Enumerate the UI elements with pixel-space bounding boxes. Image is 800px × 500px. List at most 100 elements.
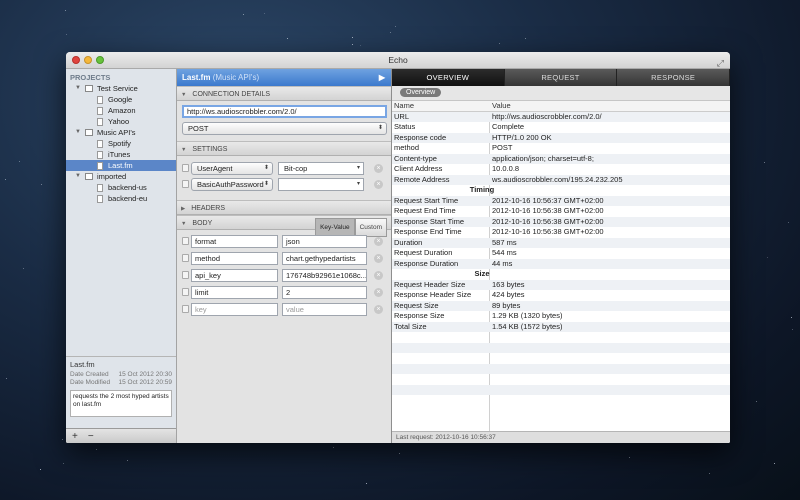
tree-request-item[interactable]: Amazon (66, 105, 176, 116)
body-value-input[interactable]: chart.gethypedartists (282, 252, 367, 265)
table-row[interactable]: Status Complete (392, 122, 730, 133)
overview-pill[interactable]: Overview (400, 88, 442, 97)
url-input[interactable]: http://ws.audioscrobbler.com/2.0/ (182, 105, 387, 118)
table-row[interactable]: Response Header Size 424 bytes (392, 290, 730, 301)
table-row[interactable]: Request Size 89 bytes (392, 300, 730, 311)
row-name: Response Size (394, 311, 445, 320)
disclosure-down-icon[interactable]: ▼ (74, 171, 82, 182)
tree-item-label: Test Service (97, 84, 138, 93)
star (499, 43, 500, 44)
settings-header[interactable]: ▼ SETTINGS (177, 141, 391, 156)
table-row[interactable]: method POST (392, 143, 730, 154)
remove-param-button[interactable]: × (374, 271, 383, 280)
zoom-window-button[interactable] (96, 56, 104, 64)
projects-heading: PROJECTS (70, 73, 111, 82)
body-value-input[interactable]: value (282, 303, 367, 316)
tree-project-item[interactable]: ▼ Test Service (66, 83, 176, 94)
tree-request-item[interactable]: Last.fm (66, 160, 176, 171)
tree-request-item[interactable]: backend-eu (66, 193, 176, 204)
minimize-window-button[interactable] (84, 56, 92, 64)
star (792, 329, 793, 330)
empty-row (392, 374, 730, 385)
setting-name-select[interactable]: BasicAuthPassword ⬍ (191, 178, 273, 191)
table-row[interactable]: Request Duration 544 ms (392, 248, 730, 259)
table-row[interactable]: URL http://ws.audioscrobbler.com/2.0/ (392, 111, 730, 122)
body-key-input[interactable]: key (191, 303, 278, 316)
tree-project-item[interactable]: ▼ imported (66, 171, 176, 182)
table-row[interactable]: Request End Time 2012-10-16 10:56:38 GMT+… (392, 206, 730, 217)
enable-checkbox[interactable] (182, 271, 189, 279)
remove-project-button[interactable]: − (88, 431, 94, 442)
setting-name: BasicAuthPassword (197, 180, 264, 189)
enable-checkbox[interactable] (182, 305, 189, 313)
table-row[interactable]: Response Size 1.29 KB (1320 bytes) (392, 311, 730, 322)
table-row[interactable]: Response code HTTP/1.0 200 OK (392, 132, 730, 143)
remove-param-button[interactable]: × (374, 254, 383, 263)
tree-request-item[interactable]: Spotify (66, 138, 176, 149)
table-row[interactable]: Response End Time 2012-10-16 10:56:38 GMT… (392, 227, 730, 238)
tree-request-item[interactable]: Google (66, 94, 176, 105)
table-row[interactable]: Content-type application/json; charset=ut… (392, 153, 730, 164)
body-value-input[interactable]: json (282, 235, 367, 248)
body-key-input[interactable]: api_key (191, 269, 278, 282)
body-value-input[interactable]: 2 (282, 286, 367, 299)
close-window-button[interactable] (72, 56, 80, 64)
tree-item-label: Amazon (108, 106, 136, 115)
column-header-name[interactable]: Name (394, 101, 414, 112)
remove-setting-button[interactable]: × (374, 164, 383, 173)
star (352, 44, 353, 45)
enable-checkbox[interactable] (182, 180, 189, 188)
enable-checkbox[interactable] (182, 237, 189, 245)
table-row[interactable]: Request Header Size 163 bytes (392, 279, 730, 290)
tab-request[interactable]: REQUEST (504, 69, 618, 86)
add-project-button[interactable]: + (72, 431, 78, 442)
notes-field[interactable]: requests the 2 most hyped artists on las… (70, 390, 172, 417)
enable-checkbox[interactable] (182, 288, 189, 296)
tree-item-label: imported (97, 172, 127, 181)
setting-value-combo[interactable]: ▾ (278, 178, 364, 191)
headers-header[interactable]: ▶ HEADERS (177, 200, 391, 215)
disclosure-down-icon[interactable]: ▼ (74, 127, 82, 138)
tree-request-item[interactable]: Yahoo (66, 116, 176, 127)
tree-project-item[interactable]: ▼ Music API's (66, 127, 176, 138)
enable-checkbox[interactable] (182, 164, 189, 172)
remove-param-button[interactable]: × (374, 237, 383, 246)
star (96, 449, 97, 450)
connection-details-header[interactable]: ▼ CONNECTION DETAILS (177, 86, 391, 101)
tab-response[interactable]: RESPONSE (617, 69, 730, 86)
body-header[interactable]: ▼ BODY Key-Value Custom (177, 215, 391, 237)
column-header-value[interactable]: Value (492, 101, 511, 112)
chevron-down-icon: ▾ (356, 165, 360, 171)
remove-param-button[interactable]: × (374, 288, 383, 297)
star (62, 439, 63, 440)
table-row[interactable]: Client Address 10.0.0.8 (392, 164, 730, 175)
setting-name-select[interactable]: UserAgent ⬍ (191, 162, 273, 175)
tab-overview[interactable]: OVERVIEW (392, 69, 505, 86)
row-value: 89 bytes (492, 300, 521, 310)
request-header[interactable]: Last.fm (Music API's) ▶ (177, 69, 391, 86)
enable-checkbox[interactable] (182, 254, 189, 262)
remove-param-button[interactable]: × (374, 305, 383, 314)
body-value-input[interactable]: 176748b92961e1068c... (282, 269, 367, 282)
table-row[interactable]: Duration 587 ms (392, 237, 730, 248)
tree-request-item[interactable]: iTunes (66, 149, 176, 160)
body-key-input[interactable]: format (191, 235, 278, 248)
date-created-row: Date Created 15 Oct 2012 20:30 (70, 371, 172, 379)
method-select[interactable]: POST ⬍ (182, 122, 387, 135)
table-row[interactable]: Remote Address ws.audioscrobbler.com/195.… (392, 174, 730, 185)
star (756, 401, 757, 402)
table-row[interactable]: Response Duration 44 ms (392, 258, 730, 269)
table-row[interactable]: Total Size 1.54 KB (1572 bytes) (392, 321, 730, 332)
disclosure-right-icon: ▶ (181, 206, 186, 212)
remove-setting-button[interactable]: × (374, 180, 383, 189)
body-key-input[interactable]: limit (191, 286, 278, 299)
row-name: Content-type (394, 153, 437, 163)
table-row[interactable]: Request Start Time 2012-10-16 10:56:37 GM… (392, 195, 730, 206)
setting-value-combo[interactable]: Bit-cop ▾ (278, 162, 364, 175)
table-row[interactable]: Response Start Time 2012-10-16 10:56:38 G… (392, 216, 730, 227)
body-key-input[interactable]: method (191, 252, 278, 265)
star (390, 32, 391, 33)
disclosure-down-icon[interactable]: ▼ (74, 83, 82, 94)
send-request-icon[interactable]: ▶ (379, 69, 385, 86)
tree-request-item[interactable]: backend-us (66, 182, 176, 193)
